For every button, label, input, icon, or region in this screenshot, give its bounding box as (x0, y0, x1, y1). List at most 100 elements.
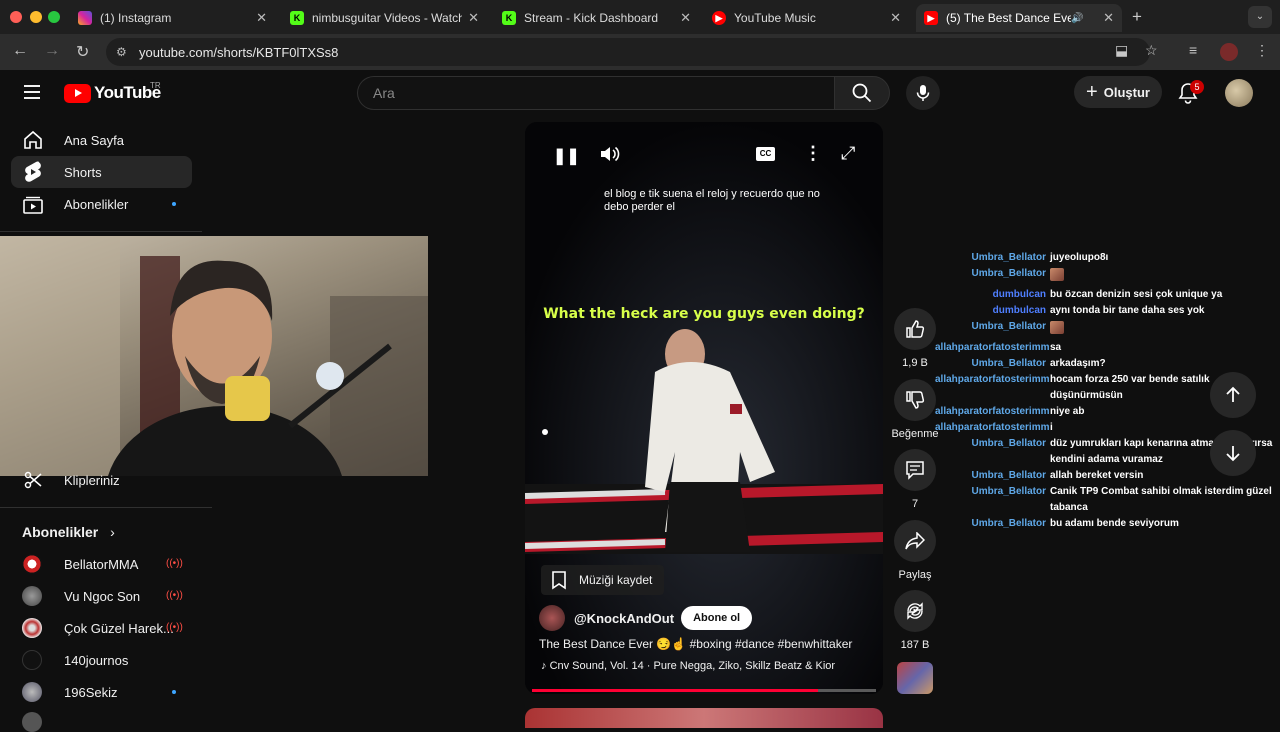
channel-avatar[interactable] (539, 605, 565, 631)
video-overlay-text: What the heck are you guys even doing? (543, 306, 865, 322)
live-icon: ((•)) (166, 590, 183, 601)
close-tab-icon[interactable]: ✕ (256, 10, 267, 26)
kick-icon: K (502, 11, 516, 25)
share-icon (905, 532, 925, 550)
dislike-button[interactable] (894, 379, 936, 421)
next-short-button[interactable] (1210, 430, 1256, 476)
chat-username: Umbra_Bellator (971, 470, 1046, 481)
sidebar-item-clips[interactable]: Klipleriniz (11, 464, 192, 496)
youtube-logo-icon (64, 83, 91, 103)
more-options-icon[interactable]: ⋮ (804, 143, 822, 164)
chat-username: Umbra_Bellator (971, 321, 1046, 332)
browser-tab-strip: (1) Instagram ✕ K nimbusguitar Videos - … (0, 0, 1280, 34)
chat-message: Umbra_Bellator bu adamı bende seviyorum (935, 516, 1275, 532)
save-music-button[interactable]: Müziği kaydet (541, 565, 665, 595)
maximize-window-button[interactable] (48, 11, 60, 23)
browser-tab[interactable]: K Stream - Kick Dashboard ✕ (494, 4, 699, 32)
webcam-overlay (0, 236, 428, 476)
channel-avatar (22, 650, 42, 670)
progress-bar[interactable] (532, 689, 876, 692)
like-action[interactable]: 1,9 B (892, 308, 938, 369)
menu-icon[interactable] (24, 85, 40, 99)
forward-icon[interactable]: → (44, 42, 60, 60)
site-info-icon[interactable]: ⚙ (116, 45, 127, 59)
browser-tab-active[interactable]: ▶ (5) The Best Dance Ever 🔊 ✕ (916, 4, 1122, 32)
comments-action[interactable]: 7 (892, 449, 938, 510)
arrow-up-icon (1226, 386, 1240, 402)
close-tab-icon[interactable]: ✕ (468, 10, 479, 26)
chat-username: Umbra_Bellator (971, 486, 1046, 497)
profile-avatar[interactable] (1220, 43, 1238, 61)
close-window-button[interactable] (10, 11, 22, 23)
subscriptions-heading[interactable]: Abonelikler › (22, 524, 115, 540)
audio-playing-icon[interactable]: 🔊 (1071, 13, 1083, 24)
kick-icon: K (290, 11, 304, 25)
cast-icon[interactable]: ⬓ (1115, 42, 1128, 59)
music-info[interactable]: ♪ Cnv Sound, Vol. 14 · Pure Negga, Ziko,… (541, 660, 881, 672)
remix-button[interactable] (894, 590, 936, 632)
search-button[interactable] (834, 76, 890, 110)
fullscreen-icon[interactable]: ⤢ (841, 143, 855, 164)
chat-message: Umbra_Bellator juyeolıupo8ı (935, 250, 1275, 266)
search-input[interactable] (358, 77, 798, 109)
live-icon: ((•)) (166, 622, 183, 633)
subscription-channel[interactable]: 140journos (22, 648, 192, 672)
previous-short-button[interactable] (1210, 372, 1256, 418)
media-controls-icon[interactable]: ≡ (1189, 42, 1197, 58)
account-avatar[interactable] (1225, 79, 1253, 107)
share-button[interactable] (894, 520, 936, 562)
share-action[interactable]: Paylaş (892, 520, 938, 581)
tab-search-icon[interactable]: ⌄ (1248, 6, 1272, 28)
new-content-dot (172, 202, 176, 206)
close-tab-icon[interactable]: ✕ (1103, 10, 1114, 26)
browser-tab[interactable]: ▶ YouTube Music ✕ (704, 4, 909, 32)
sound-thumbnail[interactable] (897, 662, 933, 694)
pause-icon[interactable]: ❚❚ (553, 146, 580, 166)
shorts-icon (21, 161, 45, 183)
subscription-channel[interactable]: 196Sekiz (22, 680, 192, 704)
address-bar[interactable]: ⚙ youtube.com/shorts/KBTF0lTXSs8 (106, 38, 1150, 66)
comments-button[interactable] (894, 449, 936, 491)
sidebar-item-shorts[interactable]: Shorts (11, 156, 192, 188)
close-tab-icon[interactable]: ✕ (680, 10, 691, 26)
browser-tab[interactable]: K nimbusguitar Videos - Watch ✕ (282, 4, 487, 32)
browser-menu-icon[interactable]: ⋮ (1255, 42, 1269, 59)
remix-action[interactable]: 187 B (892, 590, 938, 651)
channel-row: @KnockAndOut Abone ol (539, 605, 753, 631)
shorts-player[interactable]: ❚❚ CC ⋮ ⤢ el blog e tik suena el reloj y… (525, 122, 883, 694)
browser-tab[interactable]: (1) Instagram ✕ (70, 4, 275, 32)
chat-text: sa (1050, 342, 1062, 353)
chat-username: allahparatorfatosterimm (935, 342, 1050, 353)
video-title[interactable]: The Best Dance Ever 😏☝ #boxing #dance #b… (539, 637, 879, 651)
country-code: TR (150, 81, 161, 90)
new-content-dot (172, 690, 176, 694)
like-button[interactable] (894, 308, 936, 350)
captions-icon[interactable]: CC (756, 147, 775, 161)
chat-message: allahparatorfatosterimm sa (935, 340, 1275, 356)
channel-name[interactable]: @KnockAndOut (574, 611, 674, 626)
live-icon: ((•)) (166, 558, 183, 569)
voice-search-button[interactable] (906, 76, 940, 110)
sidebar-item-subscriptions[interactable]: Abonelikler (11, 188, 192, 220)
channel-avatar (22, 712, 42, 732)
sidebar-item-home[interactable]: Ana Sayfa (11, 124, 192, 156)
thumbs-down-icon (906, 391, 925, 409)
close-tab-icon[interactable]: ✕ (890, 10, 901, 26)
minimize-window-button[interactable] (30, 11, 42, 23)
bookmark-star-icon[interactable]: ☆ (1145, 42, 1158, 59)
subscribe-button[interactable]: Abone ol (681, 606, 753, 630)
chat-text: juyeolıupo8ı (1050, 252, 1109, 263)
next-short-preview[interactable] (525, 708, 883, 728)
music-note-icon: ♪ (541, 660, 550, 672)
volume-icon[interactable] (599, 144, 621, 169)
video-caption: el blog e tik suena el reloj y recuerdo … (604, 188, 820, 213)
new-tab-icon[interactable]: + (1132, 7, 1142, 27)
create-button[interactable]: + Oluştur (1074, 76, 1162, 108)
search-box (357, 76, 834, 110)
youtube-logo[interactable]: YouTube (64, 83, 161, 103)
back-icon[interactable]: ← (12, 42, 28, 60)
chat-username: Umbra_Bellator (971, 518, 1046, 529)
youtube-music-icon: ▶ (712, 11, 726, 25)
comment-icon (906, 461, 924, 480)
reload-icon[interactable]: ↻ (76, 42, 89, 62)
